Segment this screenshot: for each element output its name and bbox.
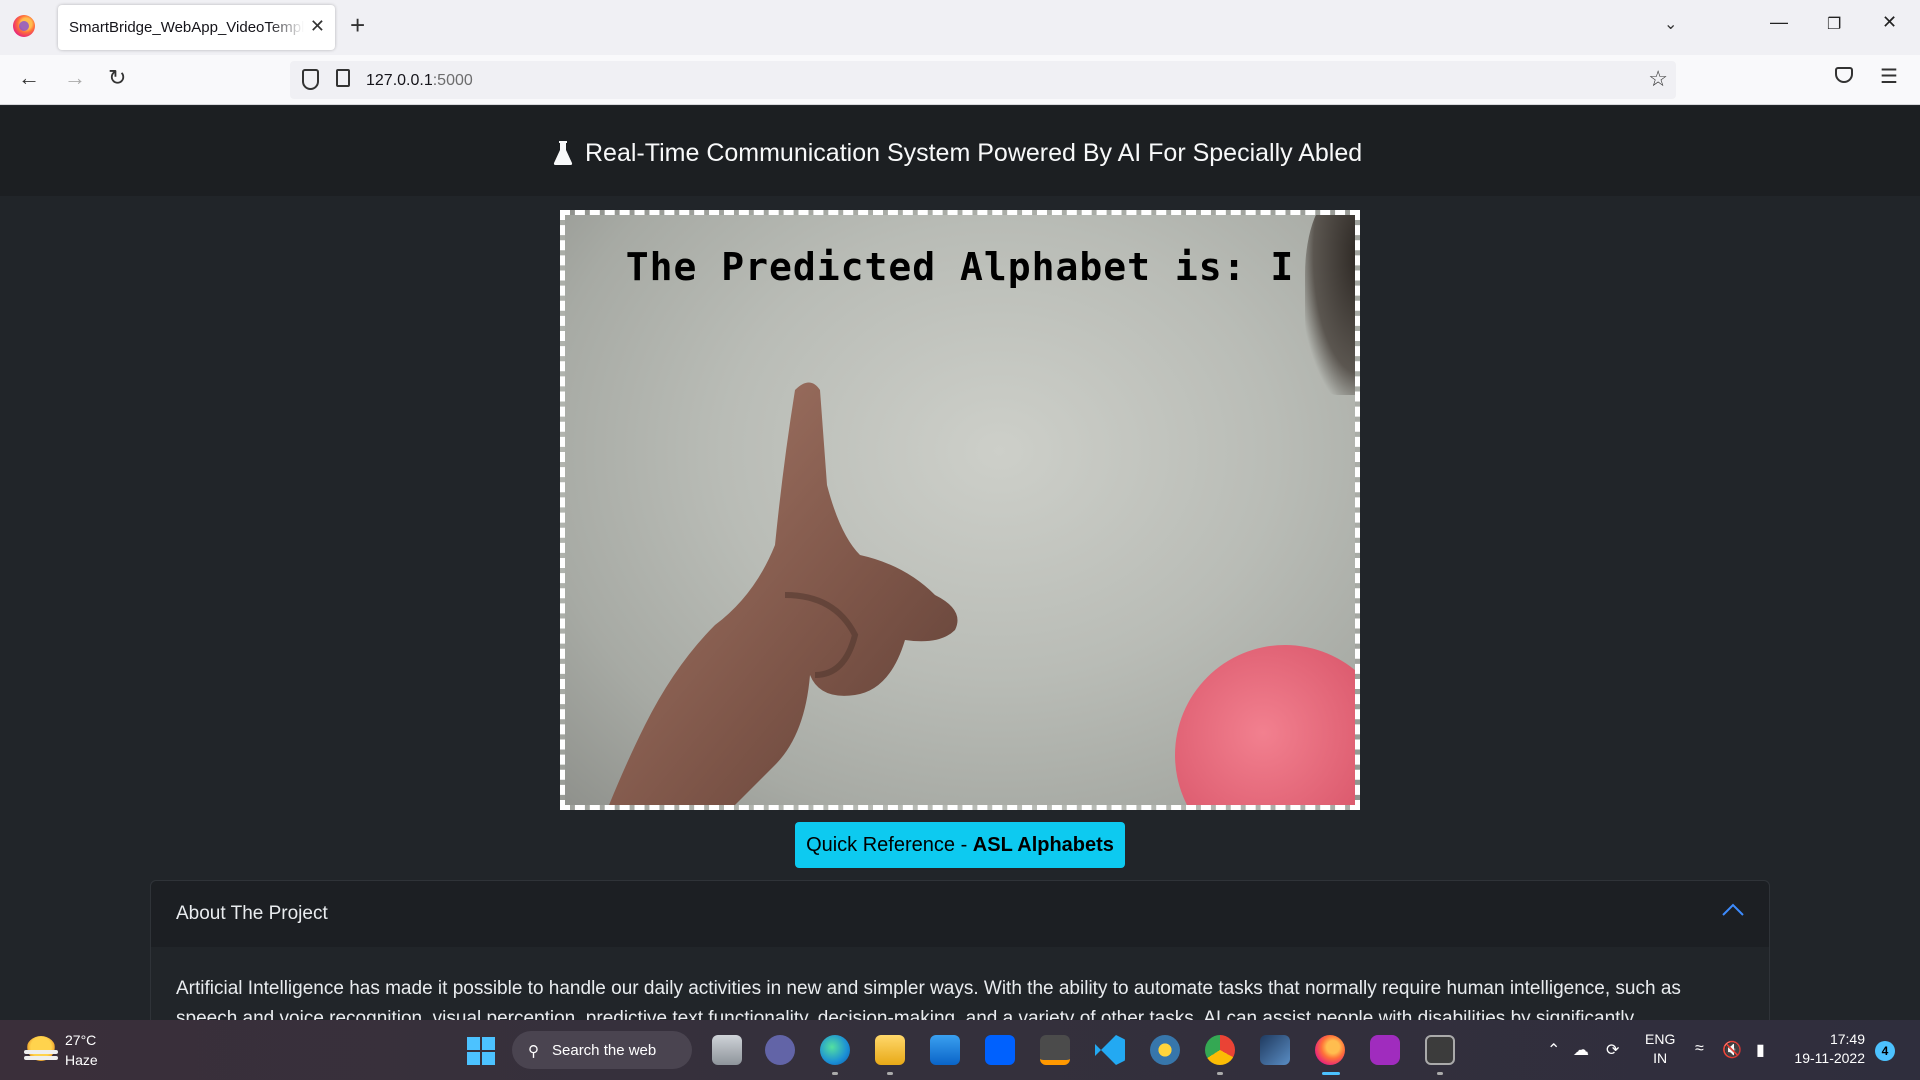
web-page: Real-Time Communication System Powered B…: [0, 106, 1920, 1020]
file-explorer-icon[interactable]: [875, 1035, 905, 1065]
lang-top: ENG: [1645, 1031, 1676, 1047]
mail-icon[interactable]: [930, 1035, 960, 1065]
accordion-title: About The Project: [176, 903, 328, 924]
task-view-icon[interactable]: [712, 1035, 742, 1065]
dropbox-icon[interactable]: [985, 1035, 1015, 1065]
hand-sign-image: [609, 382, 958, 805]
show-hidden-icons-chevron-icon[interactable]: ⌃: [1547, 1040, 1560, 1060]
sync-icon[interactable]: ⟳: [1606, 1040, 1619, 1060]
reload-icon[interactable]: ↻: [108, 67, 126, 89]
firefox-logo-icon: [13, 15, 35, 37]
accordion-header-button[interactable]: About The Project: [151, 881, 1769, 947]
snipping-tool-icon[interactable]: [1260, 1035, 1290, 1065]
url-text[interactable]: 127.0.0.1:5000: [366, 72, 473, 90]
weather-condition[interactable]: Haze: [65, 1052, 98, 1068]
chrome-running-indicator: [1217, 1072, 1223, 1075]
clock-date: 19-11-2022: [1794, 1050, 1865, 1066]
back-arrow-icon[interactable]: ←: [18, 67, 40, 89]
quick-reference-button[interactable]: Quick Reference - ASL Alphabets: [795, 822, 1125, 868]
edge-browser-icon[interactable]: [820, 1035, 850, 1065]
window-close-icon[interactable]: ✕: [1882, 12, 1897, 33]
cmd-running-indicator: [1437, 1072, 1443, 1075]
accordion-body-text: Artificial Intelligence has made it poss…: [176, 978, 1681, 1020]
about-accordion: About The Project Artificial Intelligenc…: [150, 880, 1770, 1020]
page-header: Real-Time Communication System Powered B…: [0, 106, 1920, 196]
weather-temperature[interactable]: 27°C: [65, 1032, 96, 1048]
command-prompt-icon[interactable]: [1425, 1035, 1455, 1065]
taskbar-search-box[interactable]: ⚲ Search the web: [512, 1031, 692, 1069]
minimize-icon[interactable]: —: [1770, 12, 1788, 33]
tracking-shield-icon[interactable]: [302, 69, 319, 90]
windows-taskbar: 27°C Haze ⚲ Search the web ⌃ ☁ ⟳ ENG IN …: [0, 1020, 1920, 1080]
vscode-icon[interactable]: [1095, 1035, 1125, 1065]
clock-time: 17:49: [1829, 1031, 1865, 1047]
speaker-muted-icon[interactable]: 🔇: [1722, 1040, 1742, 1060]
url-host: 127.0.0.1: [366, 72, 433, 89]
edge-running-indicator: [832, 1072, 838, 1075]
url-port: :5000: [432, 72, 473, 89]
lang-bottom: IN: [1653, 1050, 1668, 1066]
tab-close-icon[interactable]: ✕: [310, 16, 325, 37]
search-label: Search the web: [552, 1042, 657, 1059]
forward-arrow-icon[interactable]: →: [64, 67, 86, 89]
browser-navigation-bar: ← → ↻ 127.0.0.1:5000 ☆ ☰: [0, 55, 1920, 105]
system-clock[interactable]: 17:49 19-11-2022: [1793, 1030, 1865, 1068]
notification-badge[interactable]: 4: [1875, 1041, 1895, 1061]
windows-start-icon[interactable]: [467, 1037, 495, 1065]
ref-button-prefix: Quick Reference -: [806, 833, 973, 856]
ref-button-bold: ASL Alphabets: [972, 833, 1114, 856]
browser-tab-strip: SmartBridge_WebApp_VideoTemplate ✕ + ⌄ —…: [0, 0, 1920, 55]
person-shoulder-image: [1175, 645, 1355, 805]
page-title: Real-Time Communication System Powered B…: [585, 138, 1363, 167]
webcam-video-feed: The Predicted Alphabet is: I: [560, 210, 1360, 810]
flask-icon: [553, 141, 573, 165]
input-language[interactable]: ENG IN: [1645, 1030, 1675, 1068]
url-bar[interactable]: 127.0.0.1:5000 ☆: [290, 61, 1676, 99]
person-hair-image: [1305, 215, 1355, 395]
anaconda-icon[interactable]: [1370, 1035, 1400, 1065]
sublime-text-icon[interactable]: [1040, 1035, 1070, 1065]
menu-hamburger-icon[interactable]: ☰: [1880, 64, 1898, 89]
new-tab-button[interactable]: +: [350, 12, 365, 38]
chrome-icon[interactable]: [1205, 1035, 1235, 1065]
page-title-wrap: Real-Time Communication System Powered B…: [553, 138, 1362, 168]
search-icon: ⚲: [528, 1043, 539, 1060]
teams-chat-icon[interactable]: [765, 1035, 795, 1065]
weather-haze-icon[interactable]: [24, 1036, 58, 1064]
tab-title: SmartBridge_WebApp_VideoTemplate: [69, 19, 304, 36]
list-all-tabs-icon[interactable]: ⌄: [1664, 14, 1677, 34]
onedrive-cloud-icon[interactable]: ☁: [1573, 1040, 1589, 1060]
pocket-icon[interactable]: [1835, 67, 1853, 83]
explorer-running-indicator: [887, 1072, 893, 1075]
chevron-up-icon: [1722, 903, 1744, 916]
battery-icon[interactable]: ▮: [1756, 1040, 1765, 1060]
wifi-icon[interactable]: ≈: [1695, 1040, 1704, 1058]
bookmark-star-icon[interactable]: ☆: [1648, 66, 1668, 92]
firefox-taskbar-icon[interactable]: [1315, 1035, 1345, 1065]
firefox-active-indicator: [1322, 1072, 1340, 1075]
python-idle-icon[interactable]: [1150, 1035, 1180, 1065]
page-info-icon[interactable]: [336, 69, 350, 87]
browser-tab[interactable]: SmartBridge_WebApp_VideoTemplate ✕: [58, 5, 335, 50]
predicted-alphabet-text: The Predicted Alphabet is: I: [625, 245, 1295, 289]
restore-icon[interactable]: ❐: [1827, 14, 1841, 34]
